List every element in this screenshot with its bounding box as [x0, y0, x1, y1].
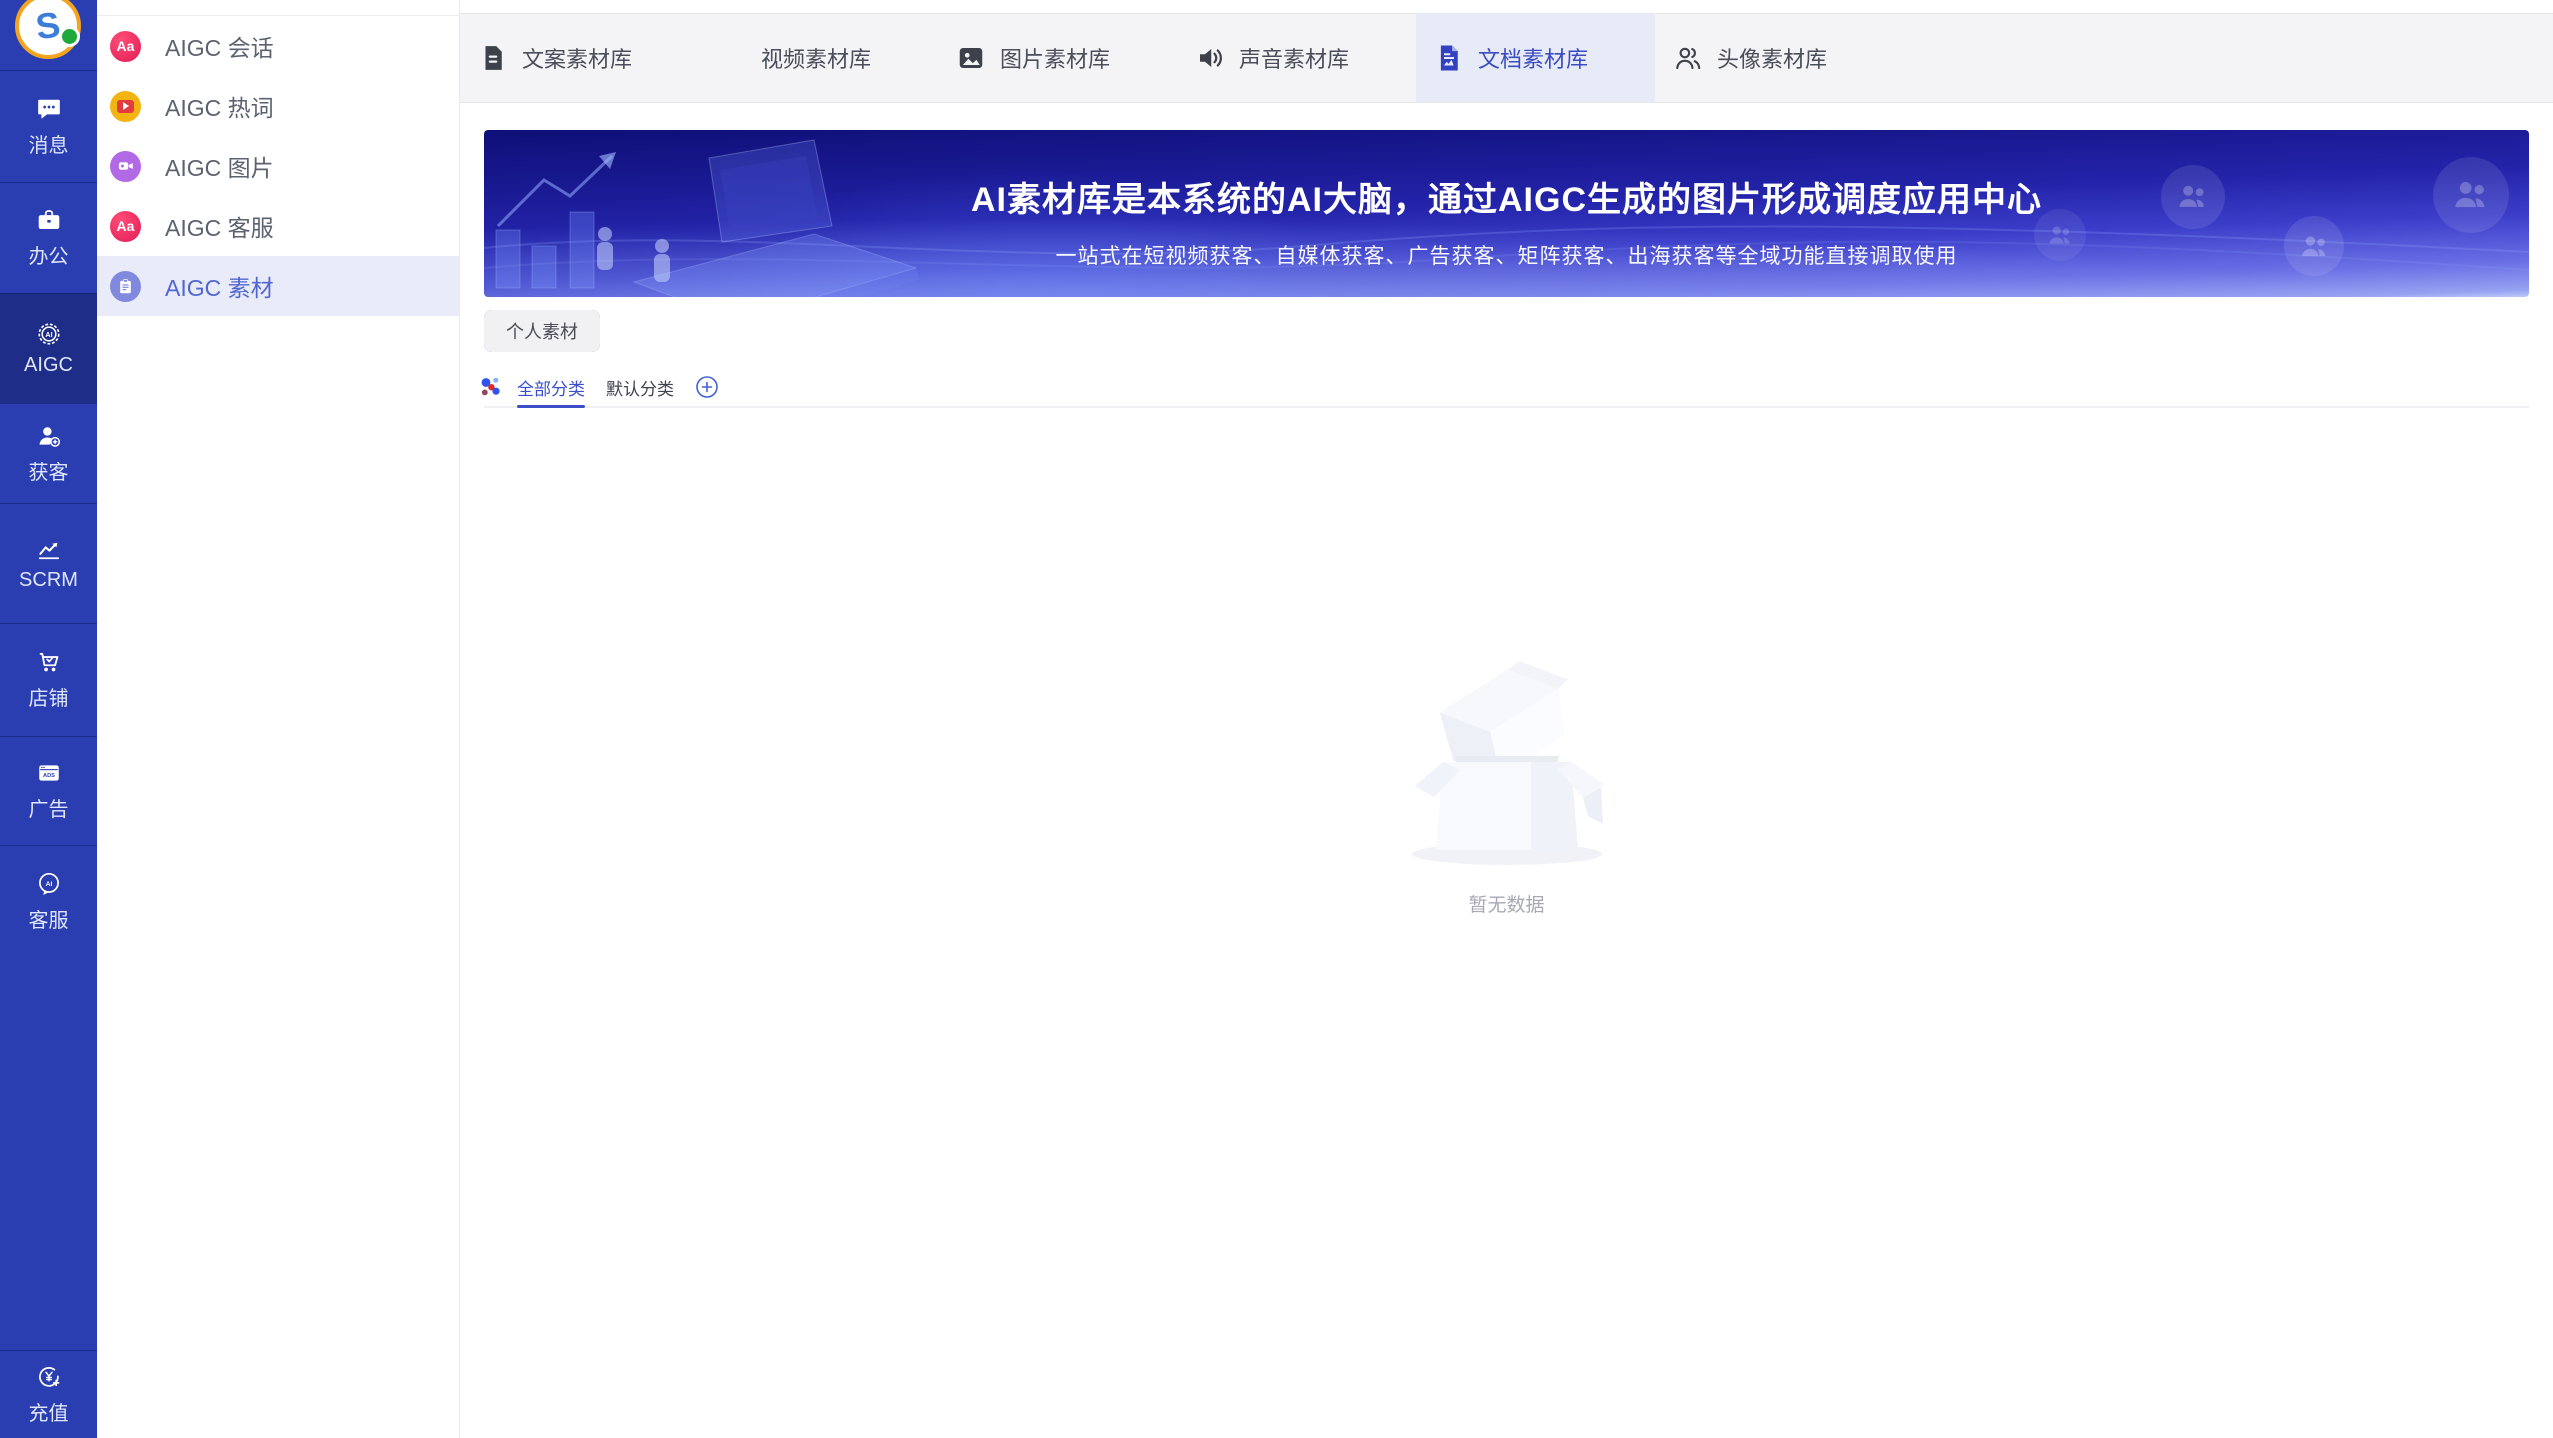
menu-item-label: AIGC 客服	[165, 215, 274, 241]
main-content: 文案素材库 视频素材库 图片素材库 声音素材库 文档素材库 头像素材库 AI素材…	[460, 0, 2553, 1438]
tab-video-library[interactable]: 视频素材库	[699, 14, 938, 102]
video-library-icon-placeholder	[717, 43, 747, 73]
tab-label: 文案素材库	[522, 47, 633, 72]
sidebar-item-shop[interactable]: 店铺	[0, 623, 97, 736]
sidebar-item-label: 广告	[28, 799, 69, 821]
aigc-submenu: Aa AIGC 会话 AIGC 热词 AIGC 图片 Aa AIGC 客服 AI…	[97, 15, 459, 316]
office-icon	[36, 207, 62, 233]
sidebar-item-scrm[interactable]: SCRM	[0, 503, 97, 623]
hero-banner: AI素材库是本系统的AI大脑，通过AIGC生成的图片形成调度应用中心 一站式在短…	[484, 130, 2529, 297]
empty-state: 暂无数据	[460, 656, 2553, 917]
aigc-icon: AI	[36, 321, 62, 347]
add-category-icon[interactable]	[695, 375, 719, 399]
menu-item-label: AIGC 会话	[165, 35, 274, 61]
sidebar-item-label: SCRM	[19, 568, 78, 591]
avatars-icon	[1673, 43, 1703, 73]
ads-icon: ADS	[36, 760, 62, 786]
tab-image-library[interactable]: 图片素材库	[938, 14, 1177, 102]
svg-text:AI: AI	[45, 330, 52, 338]
menu-item-aigc-hotwords[interactable]: AIGC 热词	[97, 76, 459, 136]
sidebar-item-aigc[interactable]: AI AIGC	[0, 293, 97, 403]
app-logo[interactable]: S	[0, 0, 97, 70]
menu-item-label: AIGC 素材	[165, 275, 274, 301]
app-window: S 消息 办公 AI AIGC 获客 SCRM 店铺 ADS 广告 AI 客服 …	[0, 0, 2553, 1438]
sidebar-item-office[interactable]: 办公	[0, 182, 97, 293]
text-doc-icon	[478, 43, 508, 73]
tab-label: 文档素材库	[1478, 47, 1589, 72]
tab-label: 声音素材库	[1239, 47, 1350, 72]
message-icon	[36, 96, 62, 122]
menu-item-aigc-chat[interactable]: Aa AIGC 会话	[97, 16, 459, 76]
sidebar-item-support[interactable]: AI 客服	[0, 845, 97, 958]
sound-icon	[1195, 43, 1225, 73]
video-player-icon	[110, 90, 141, 122]
sidebar-item-messages[interactable]: 消息	[0, 70, 97, 182]
empty-state-text: 暂无数据	[1468, 895, 1545, 916]
menu-item-aigc-images[interactable]: AIGC 图片	[97, 136, 459, 196]
svg-text:AI: AI	[45, 881, 52, 888]
sidebar-item-acquisition[interactable]: 获客	[0, 403, 97, 503]
sidebar-item-ads[interactable]: ADS 广告	[0, 736, 97, 845]
sidebar-item-recharge[interactable]: 充值	[0, 1350, 97, 1438]
icon-glyph-text: Aa	[116, 218, 135, 234]
clipboard-icon	[110, 270, 141, 302]
category-tab-bar: 全部分类 默认分类	[481, 368, 2529, 408]
document-icon	[1434, 43, 1464, 73]
chat-avatar-icon: Aa	[110, 210, 141, 242]
image-icon	[956, 43, 986, 73]
tab-label: 视频素材库	[761, 47, 872, 72]
acquire-icon	[36, 423, 62, 449]
chat-avatar-icon: Aa	[110, 30, 141, 62]
menu-item-label: AIGC 热词	[165, 95, 274, 121]
menu-item-aigc-materials[interactable]: AIGC 素材	[97, 256, 459, 316]
sidebar-item-label: 办公	[28, 246, 69, 268]
tab-text-library[interactable]: 文案素材库	[460, 14, 699, 102]
left-rail: S 消息 办公 AI AIGC 获客 SCRM 店铺 ADS 广告 AI 客服 …	[0, 0, 97, 1438]
icon-glyph-text: Aa	[116, 38, 135, 54]
recharge-icon	[36, 1364, 62, 1390]
org-materials-button[interactable]: 组织素材	[484, 310, 600, 352]
category-tab-default[interactable]: 默认分类	[606, 368, 674, 406]
scope-switcher: 组织素材 个人素材	[484, 310, 2529, 352]
camera-icon	[110, 150, 141, 182]
online-status-dot	[59, 26, 80, 47]
banner-subtitle: 一站式在短视频获客、自媒体获客、广告获客、矩阵获客、出海获客等全域功能直接调取使…	[1055, 245, 1958, 268]
scrm-icon	[36, 536, 62, 562]
tab-avatar-library[interactable]: 头像素材库	[1655, 14, 1894, 102]
service-icon: AI	[36, 871, 62, 897]
empty-box-icon	[1411, 661, 1604, 865]
sidebar-item-label: 充值	[28, 1402, 69, 1425]
menu-item-label: AIGC 图片	[165, 155, 274, 181]
sidebar-item-label: 消息	[28, 134, 69, 157]
play-icon	[117, 99, 134, 113]
tab-sound-library[interactable]: 声音素材库	[1177, 14, 1416, 102]
tab-document-library[interactable]: 文档素材库	[1416, 14, 1655, 102]
sidebar-item-label: AIGC	[24, 353, 73, 376]
category-dots-icon	[480, 376, 502, 398]
tab-label: 图片素材库	[1000, 47, 1111, 72]
aigc-submenu-sidebar: Aa AIGC 会话 AIGC 热词 AIGC 图片 Aa AIGC 客服 AI…	[97, 0, 460, 1438]
shop-icon	[36, 649, 62, 675]
menu-item-aigc-service[interactable]: Aa AIGC 客服	[97, 196, 459, 256]
banner-title: AI素材库是本系统的AI大脑，通过AIGC生成的图片形成调度应用中心	[971, 181, 2042, 219]
category-tab-all[interactable]: 全部分类	[517, 368, 585, 408]
sidebar-item-label: 获客	[28, 461, 69, 484]
logo-glyph: S	[33, 3, 63, 48]
tab-label: 头像素材库	[1717, 47, 1828, 72]
sidebar-item-label: 店铺	[28, 688, 69, 710]
sidebar-item-label: 客服	[28, 910, 69, 932]
library-tab-bar: 文案素材库 视频素材库 图片素材库 声音素材库 文档素材库 头像素材库	[460, 13, 2553, 103]
svg-text:ADS: ADS	[43, 773, 55, 779]
